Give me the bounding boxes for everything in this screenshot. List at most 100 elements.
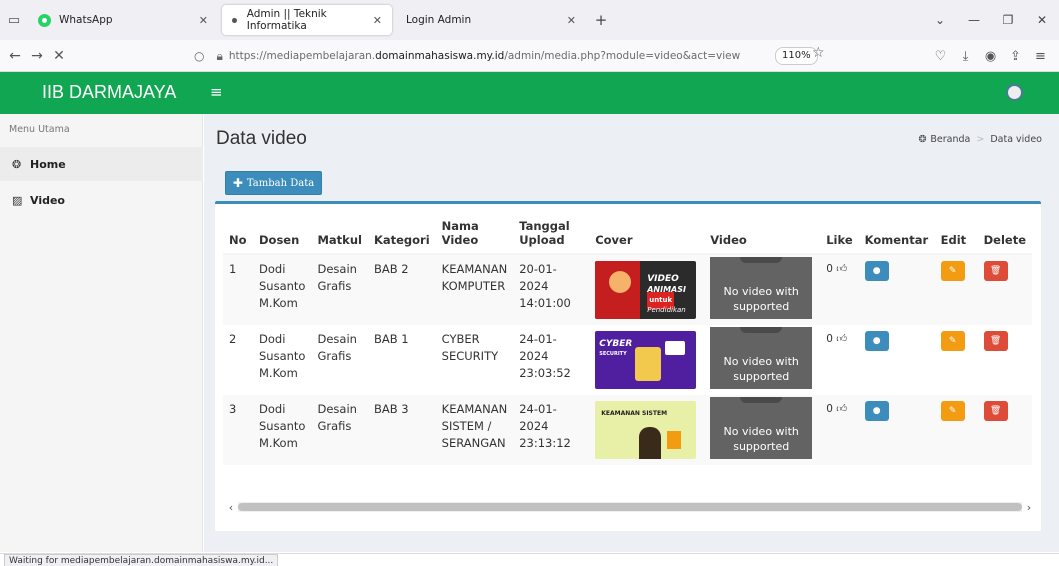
video-player[interactable]: No video with supported: [710, 257, 813, 319]
close-window-button[interactable]: ✕: [1025, 13, 1059, 27]
cell-dosen: Dodi Susanto M.Kom: [253, 395, 312, 465]
video-placeholder: No video with supported: [723, 425, 799, 453]
main-content: Data video ❂ Beranda > Data video ✚ Tamb…: [204, 114, 1059, 552]
whatsapp-icon: [38, 13, 51, 27]
minimize-button[interactable]: —: [957, 13, 991, 27]
cell-no: 3: [223, 395, 253, 465]
extensions-icon[interactable]: ⇪: [1003, 49, 1028, 64]
comment-button[interactable]: ●: [864, 401, 889, 421]
delete-button[interactable]: 🗑︎: [983, 401, 1008, 421]
breadcrumb-current: Data video: [990, 134, 1042, 145]
edit-button[interactable]: ✎: [940, 331, 965, 351]
like-count: 0: [826, 333, 833, 345]
cell-edit: ✎: [934, 254, 978, 325]
close-tab-icon[interactable]: ✕: [199, 14, 208, 27]
trash-icon: 🗑︎: [989, 335, 1002, 346]
cell-dosen: Dodi Susanto M.Kom: [253, 254, 312, 325]
comment-icon: ●: [872, 335, 881, 346]
video-player[interactable]: No video with supported: [710, 327, 813, 389]
video-player[interactable]: No video with supported: [710, 397, 813, 459]
cell-tanggal: 24-01-2024 23:03:52: [513, 325, 590, 395]
url-bar[interactable]: ○ 🔒︎ https://mediapembelajaran.domainmah…: [188, 44, 848, 68]
table-header-row: No Dosen Matkul Kategori Nama Video Tang…: [223, 212, 1033, 255]
tab-whatsapp[interactable]: WhatsApp ✕: [28, 5, 218, 35]
cell-cover: CYBER SECURITY: [589, 325, 705, 395]
col-header: Tanggal Upload: [513, 212, 590, 255]
cell-edit: ✎: [934, 325, 978, 395]
edit-button[interactable]: ✎: [940, 261, 965, 281]
thumbs-up-icon: 👍︎: [836, 263, 848, 275]
shield-icon[interactable]: ○: [194, 49, 204, 63]
menu-title: Menu Utama: [9, 124, 70, 135]
sidebar-item-home[interactable]: ❂ Home: [0, 147, 203, 181]
breadcrumb-home[interactable]: Beranda: [930, 134, 970, 145]
cell-delete: 🗑︎: [977, 254, 1033, 325]
avatar[interactable]: [1006, 84, 1023, 101]
forward-button[interactable]: →: [26, 48, 48, 64]
browser-status-bar: Waiting for mediapembelajaran.domainmaha…: [0, 553, 1059, 566]
new-tab-button[interactable]: +: [586, 11, 616, 29]
delete-button[interactable]: 🗑︎: [983, 331, 1008, 351]
video-table-box: No Dosen Matkul Kategori Nama Video Tang…: [215, 201, 1041, 531]
scrollbar-thumb[interactable]: [238, 503, 1022, 511]
tab-login-admin[interactable]: Login Admin ✕: [396, 5, 586, 35]
brand-logo[interactable]: IIB DARMAJAYA: [42, 82, 176, 103]
cell-like: 0 👍︎: [820, 254, 859, 325]
horizontal-scrollbar[interactable]: ‹ ›: [224, 500, 1036, 514]
thumbs-up-icon: 👍︎: [836, 333, 848, 345]
video-placeholder: No video with supported: [723, 285, 799, 313]
download-icon[interactable]: ⤓: [953, 49, 978, 64]
sidebar-toggle-icon[interactable]: ≡: [210, 83, 223, 101]
cell-matkul: Desain Grafis: [311, 325, 368, 395]
stop-button[interactable]: ✕: [48, 48, 70, 64]
col-header: Nama Video: [435, 212, 514, 255]
add-data-button[interactable]: ✚ Tambah Data: [225, 171, 322, 195]
cell-cover: KEAMANAN SISTEM: [589, 395, 705, 465]
account-icon[interactable]: ◉: [978, 49, 1003, 64]
close-tab-icon[interactable]: ✕: [567, 14, 576, 27]
url-text[interactable]: https://mediapembelajaran.domainmahasisw…: [229, 50, 740, 62]
col-header: Cover: [589, 212, 705, 255]
scrollbar-track[interactable]: [238, 502, 1022, 512]
tab-title: Login Admin: [406, 14, 472, 26]
plus-icon: ✚: [232, 176, 243, 190]
table-row: 2 Dodi Susanto M.Kom Desain Grafis BAB 1…: [223, 325, 1033, 395]
comment-button[interactable]: ●: [864, 331, 889, 351]
pocket-icon[interactable]: ♡: [928, 49, 953, 64]
video-table: No Dosen Matkul Kategori Nama Video Tang…: [223, 212, 1033, 465]
tab-admin[interactable]: Admin || Teknik Informatika ✕: [222, 5, 392, 35]
lock-icon[interactable]: 🔒︎: [216, 49, 222, 64]
tab-title: Admin || Teknik Informatika: [246, 8, 327, 32]
close-tab-icon[interactable]: ✕: [373, 14, 382, 27]
tab-list-icon[interactable]: ▭: [0, 0, 28, 40]
sidebar-item-label: Video: [30, 193, 65, 207]
comment-icon: ●: [872, 405, 881, 416]
dashboard-icon: ❂: [918, 134, 927, 145]
cell-kategori: BAB 1: [367, 325, 436, 395]
chevron-down-icon[interactable]: ⌄: [923, 13, 957, 27]
cell-delete: 🗑︎: [977, 395, 1033, 465]
sidebar-item-video[interactable]: ▨ Video: [0, 183, 203, 217]
window-controls: ⌄ — ❐ ✕: [923, 0, 1059, 40]
status-text: Waiting for mediapembelajaran.domainmaha…: [4, 554, 279, 566]
back-button[interactable]: ←: [4, 48, 26, 64]
cover-text: KEAMANAN SISTEM: [601, 410, 668, 417]
restore-button[interactable]: ❐: [991, 13, 1025, 27]
cell-video: No video with supported: [704, 395, 821, 465]
scroll-left-icon[interactable]: ‹: [224, 501, 238, 514]
delete-button[interactable]: 🗑︎: [983, 261, 1008, 281]
cell-matkul: Desain Grafis: [311, 395, 368, 465]
menu-icon[interactable]: ≡: [1028, 49, 1053, 64]
col-header: Matkul: [311, 212, 368, 255]
edit-icon: ✎: [948, 335, 957, 346]
cover-text: SECURITY: [599, 351, 627, 357]
browser-nav-bar: ← → ✕ ○ 🔒︎ https://mediapembelajaran.dom…: [0, 40, 1059, 72]
scroll-right-icon[interactable]: ›: [1022, 501, 1036, 514]
comment-button[interactable]: ●: [864, 261, 889, 281]
app-header: IIB DARMAJAYA ≡: [0, 72, 1059, 114]
edit-button[interactable]: ✎: [940, 401, 965, 421]
cell-tanggal: 20-01-2024 14:01:00: [513, 254, 590, 325]
bookmark-star-icon[interactable]: ☆: [812, 45, 825, 61]
video-placeholder: No video with supported: [723, 355, 799, 383]
dashboard-icon: ❂: [12, 157, 22, 171]
